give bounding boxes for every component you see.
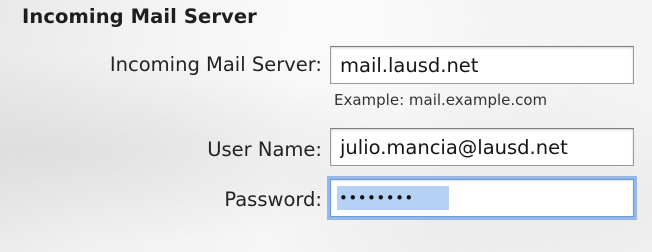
user-name-input[interactable] — [330, 128, 634, 166]
incoming-server-label: Incoming Mail Server: — [109, 53, 322, 76]
password-masked-text: •••••••• — [339, 189, 414, 207]
section-title: Incoming Mail Server — [22, 5, 257, 28]
user-name-label: User Name: — [207, 138, 322, 161]
password-label: Password: — [224, 188, 322, 211]
incoming-server-hint: Example: mail.example.com — [334, 91, 548, 109]
password-input[interactable]: •••••••• — [330, 179, 634, 217]
incoming-server-input[interactable] — [330, 46, 634, 84]
